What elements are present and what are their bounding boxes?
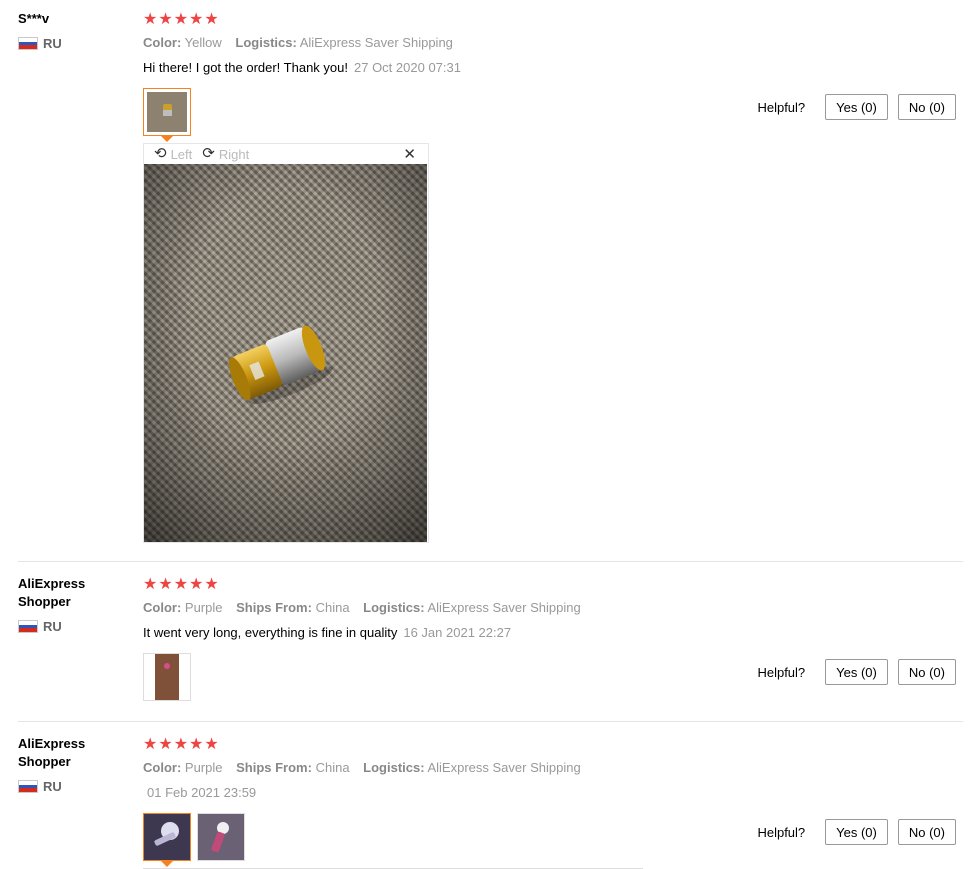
review-photos <box>143 813 591 867</box>
attr-color: Color: Purple <box>143 760 223 775</box>
rotate-right-button[interactable]: ⟳ Right <box>202 145 249 162</box>
country-code: RU <box>43 779 62 794</box>
review-divider <box>18 561 963 562</box>
star-rating: ★★★★★ <box>143 576 220 593</box>
review-photo-thumb[interactable] <box>143 88 191 142</box>
reviewer-country: RU <box>18 36 128 51</box>
review-attributes: Color: Purple Ships From: China Logistic… <box>143 600 591 616</box>
helpful-no-button[interactable]: No (0) <box>897 659 956 685</box>
helpful-label: Helpful? <box>757 824 806 840</box>
helpful-bar: Helpful? Yes (0) No (0) <box>757 94 956 120</box>
ru-flag-icon <box>18 37 38 50</box>
helpful-bar: Helpful? Yes (0) No (0) <box>757 659 956 685</box>
reviewer-info: AliExpress Shopper RU <box>18 735 128 794</box>
review-attributes: Color: Purple Ships From: China Logistic… <box>143 760 591 776</box>
review-text-line: It went very long, everything is fine in… <box>143 625 591 641</box>
review-date: 27 Oct 2020 07:31 <box>354 60 461 75</box>
photo-thumb-image <box>198 814 244 860</box>
reviewer-country: RU <box>18 779 128 794</box>
attr-logistics: Logistics: AliExpress Saver Shipping <box>235 35 453 50</box>
rotate-left-icon: ⟲ <box>154 145 167 162</box>
helpful-yes-button[interactable]: Yes (0) <box>825 819 888 845</box>
attr-color: Color: Yellow <box>143 35 222 50</box>
review-text: It went very long, everything is fine in… <box>143 625 398 640</box>
review-photos <box>143 88 463 142</box>
helpful-no-button[interactable]: No (0) <box>897 819 956 845</box>
review-photo-thumb[interactable] <box>143 813 191 867</box>
rotate-right-icon: ⟳ <box>202 145 215 162</box>
reviewer-info: S***v RU <box>18 10 128 51</box>
helpful-yes-button[interactable]: Yes (0) <box>825 94 888 120</box>
country-code: RU <box>43 36 62 51</box>
star-rating: ★★★★★ <box>143 11 220 28</box>
reviewer-info: AliExpress Shopper RU <box>18 575 128 634</box>
ru-flag-icon <box>18 620 38 633</box>
review-content: ★★★★★ Color: Purple Ships From: China Lo… <box>143 736 591 867</box>
review-text-line: 01 Feb 2021 23:59 <box>143 785 591 801</box>
review-divider <box>18 721 963 722</box>
review-attributes: Color: Yellow Logistics: AliExpress Save… <box>143 35 463 51</box>
viewer-toolbar: ⟲ Left ⟳ Right ✕ <box>144 144 428 164</box>
country-code: RU <box>43 619 62 634</box>
attr-ships-from: Ships From: China <box>236 760 350 775</box>
reviewer-name: S***v <box>18 11 50 26</box>
attr-logistics: Logistics: AliExpress Saver Shipping <box>363 760 581 775</box>
star-rating: ★★★★★ <box>143 736 220 753</box>
review-photo-thumb[interactable] <box>143 653 191 701</box>
review-text-line: Hi there! I got the order! Thank you! 27 … <box>143 60 463 76</box>
review-date: 01 Feb 2021 23:59 <box>147 785 257 800</box>
photo-thumb-image <box>144 814 190 860</box>
close-icon[interactable]: ✕ <box>403 145 416 163</box>
review-content: ★★★★★ Color: Yellow Logistics: AliExpres… <box>143 11 463 142</box>
helpful-bar: Helpful? Yes (0) No (0) <box>757 819 956 845</box>
photo-viewer: ⟲ Left ⟳ Right ✕ <box>143 143 429 543</box>
attr-color: Color: Purple <box>143 600 223 615</box>
helpful-label: Helpful? <box>757 99 806 115</box>
photo-thumb-image <box>147 92 187 132</box>
reviewer-country: RU <box>18 619 128 634</box>
review-content: ★★★★★ Color: Purple Ships From: China Lo… <box>143 576 591 701</box>
review-photos <box>143 653 591 701</box>
review-text: Hi there! I got the order! Thank you! <box>143 60 348 75</box>
rotate-left-button[interactable]: ⟲ Left <box>154 145 192 162</box>
attr-ships-from: Ships From: China <box>236 600 350 615</box>
reviewer-name: AliExpress Shopper <box>18 576 86 609</box>
helpful-yes-button[interactable]: Yes (0) <box>825 659 888 685</box>
product-photo-image <box>144 164 427 542</box>
enlarged-review-photo <box>144 164 427 542</box>
attr-logistics: Logistics: AliExpress Saver Shipping <box>363 600 581 615</box>
review-date: 16 Jan 2021 22:27 <box>403 625 512 640</box>
reviewer-name: AliExpress Shopper <box>18 736 86 769</box>
helpful-no-button[interactable]: No (0) <box>897 94 956 120</box>
photo-thumb-image <box>155 654 179 700</box>
ru-flag-icon <box>18 780 38 793</box>
review-photo-thumb[interactable] <box>197 813 245 861</box>
helpful-label: Helpful? <box>757 664 806 680</box>
